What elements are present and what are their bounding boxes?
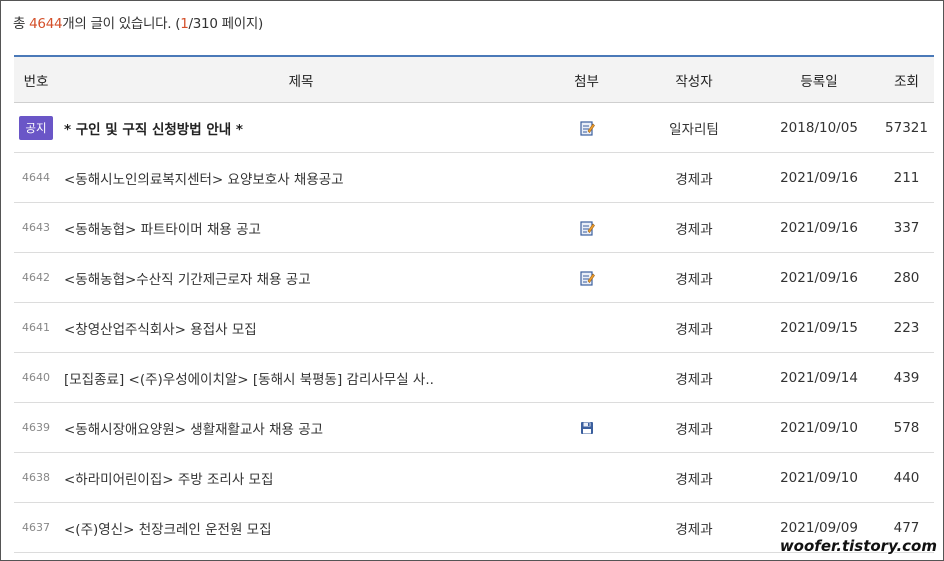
table-row[interactable]: 4638 <하라미어린이집> 주방 조리사 모집 경제과 2021/09/10 … bbox=[14, 453, 934, 503]
header-num: 번호 bbox=[23, 73, 49, 90]
row-views: 223 bbox=[893, 319, 920, 336]
notice-title[interactable]: * 구인 및 구직 신청방법 안내 * bbox=[64, 122, 243, 138]
row-author: 경제과 bbox=[675, 271, 713, 288]
row-views: 477 bbox=[893, 519, 920, 536]
header-attach: 첨부 bbox=[574, 73, 599, 90]
notice-badge: 공지 bbox=[19, 115, 53, 140]
row-date: 2021/09/15 bbox=[780, 319, 858, 336]
row-num: 4639 bbox=[22, 421, 50, 434]
row-date: 2021/09/10 bbox=[780, 469, 858, 486]
row-date: 2021/09/16 bbox=[780, 219, 858, 236]
floppy-disk-icon[interactable] bbox=[579, 420, 595, 436]
board-table: 번호 제목 첨부 작성자 등록일 조회 공지 * 구인 및 구직 신청방법 안내… bbox=[14, 55, 934, 553]
notice-date: 2018/10/05 bbox=[780, 119, 858, 136]
post-count-summary: 총 4644개의 글이 있습니다. (1/310 페이지) bbox=[13, 12, 263, 32]
total-count: 4644 bbox=[29, 16, 63, 32]
header-title: 제목 bbox=[288, 73, 314, 90]
header-views: 조회 bbox=[894, 73, 919, 90]
row-author: 경제과 bbox=[675, 421, 713, 438]
row-num: 4637 bbox=[22, 521, 50, 534]
notice-attach-cell bbox=[544, 120, 629, 136]
row-title-link[interactable]: <창영산업주식회사> 용접사 모집 bbox=[58, 318, 544, 338]
table-row[interactable]: 4642 <동해농협>수산직 기간제근로자 채용 공고 경제과 2021/09/… bbox=[14, 253, 934, 303]
table-row[interactable]: 4641 <창영산업주식회사> 용접사 모집 경제과 2021/09/15 22… bbox=[14, 303, 934, 353]
row-date: 2021/09/16 bbox=[780, 169, 858, 186]
document-edit-icon[interactable] bbox=[579, 220, 595, 236]
notice-views: 57321 bbox=[885, 119, 928, 136]
row-attach-cell bbox=[544, 220, 629, 236]
table-header: 번호 제목 첨부 작성자 등록일 조회 bbox=[14, 57, 934, 103]
row-date: 2021/09/09 bbox=[780, 519, 858, 536]
row-views: 337 bbox=[893, 219, 920, 236]
summary-prefix: 총 bbox=[13, 16, 30, 32]
row-num: 4643 bbox=[22, 221, 50, 234]
row-views: 439 bbox=[893, 369, 920, 386]
row-views: 578 bbox=[893, 419, 920, 436]
row-title-link[interactable]: <동해시노인의료복지센터> 요양보호사 채용공고 bbox=[58, 168, 544, 188]
notice-badge-cell: 공지 bbox=[14, 115, 58, 140]
row-author: 경제과 bbox=[675, 521, 713, 538]
table-row[interactable]: 4639 <동해시장애요양원> 생활재활교사 채용 공고 경제과 2021/09… bbox=[14, 403, 934, 453]
row-author: 경제과 bbox=[675, 171, 713, 188]
summary-suffix: /310 페이지) bbox=[188, 16, 264, 32]
table-row[interactable]: 4640 [모집종료] <(주)우성에이치알> [동해시 북평동] 감리사무실 … bbox=[14, 353, 934, 403]
row-date: 2021/09/16 bbox=[780, 269, 858, 286]
current-page: 1 bbox=[180, 16, 189, 32]
document-edit-icon[interactable] bbox=[579, 270, 595, 286]
row-title-link[interactable]: [모집종료] <(주)우성에이치알> [동해시 북평동] 감리사무실 사.. bbox=[58, 368, 544, 388]
header-author: 작성자 bbox=[675, 73, 713, 90]
row-title-link[interactable]: <동해농협> 파트타이머 채용 공고 bbox=[58, 218, 544, 238]
document-edit-icon[interactable] bbox=[579, 120, 595, 136]
notice-row[interactable]: 공지 * 구인 및 구직 신청방법 안내 * 일자리팀 2018/10/05 5… bbox=[14, 103, 934, 153]
row-title-link[interactable]: <동해농협>수산직 기간제근로자 채용 공고 bbox=[58, 268, 544, 288]
row-views: 440 bbox=[893, 469, 920, 486]
row-author: 경제과 bbox=[675, 321, 713, 338]
row-author: 경제과 bbox=[675, 371, 713, 388]
summary-mid: 개의 글이 있습니다. ( bbox=[62, 16, 181, 32]
watermark-text: woofer.tistory.com bbox=[779, 537, 937, 555]
row-num: 4641 bbox=[22, 321, 50, 334]
row-attach-cell bbox=[544, 270, 629, 286]
notice-author: 일자리팀 bbox=[669, 121, 719, 138]
header-date: 등록일 bbox=[800, 73, 838, 90]
row-author: 경제과 bbox=[675, 221, 713, 238]
row-num: 4640 bbox=[22, 371, 50, 384]
row-author: 경제과 bbox=[675, 471, 713, 488]
row-num: 4638 bbox=[22, 471, 50, 484]
row-title-link[interactable]: <동해시장애요양원> 생활재활교사 채용 공고 bbox=[58, 418, 544, 438]
table-row[interactable]: 4643 <동해농협> 파트타이머 채용 공고 경제과 2021/09/16 3… bbox=[14, 203, 934, 253]
row-attach-cell bbox=[544, 420, 629, 436]
row-views: 211 bbox=[893, 169, 920, 186]
notice-title-link[interactable]: * 구인 및 구직 신청방법 안내 * bbox=[58, 118, 544, 138]
row-views: 280 bbox=[893, 269, 920, 286]
row-title-link[interactable]: <하라미어린이집> 주방 조리사 모집 bbox=[58, 468, 544, 488]
table-row[interactable]: 4644 <동해시노인의료복지센터> 요양보호사 채용공고 경제과 2021/0… bbox=[14, 153, 934, 203]
row-num: 4644 bbox=[22, 171, 50, 184]
row-date: 2021/09/14 bbox=[780, 369, 858, 386]
row-date: 2021/09/10 bbox=[780, 419, 858, 436]
row-title-link[interactable]: <(주)영신> 천장크레인 운전원 모집 bbox=[58, 518, 544, 538]
row-num: 4642 bbox=[22, 271, 50, 284]
